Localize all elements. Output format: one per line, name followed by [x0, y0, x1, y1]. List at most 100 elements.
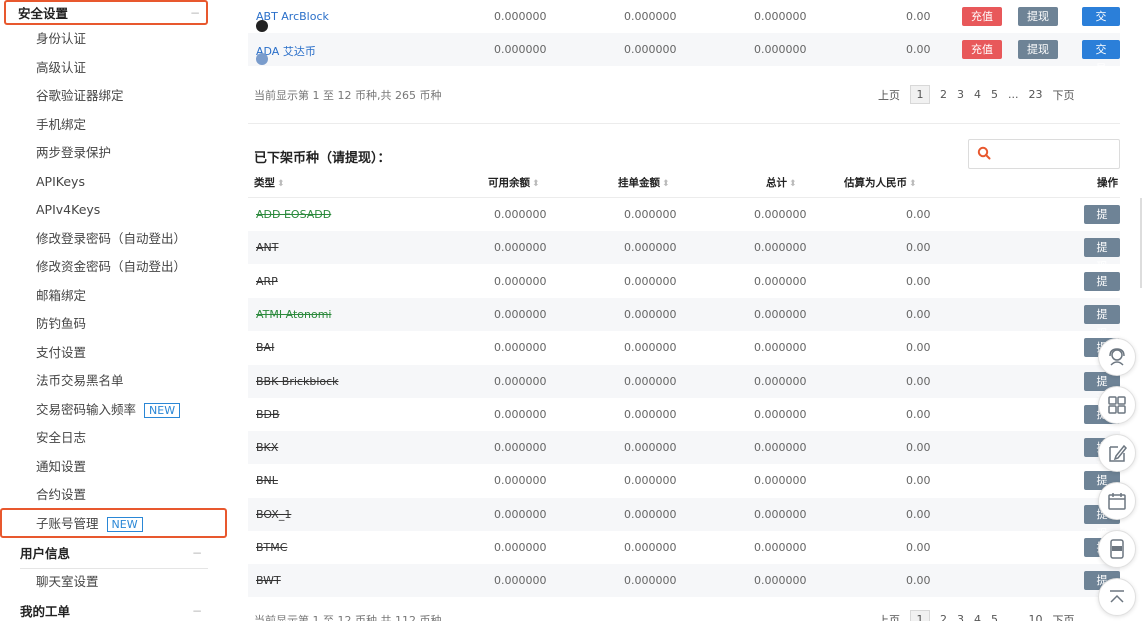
sidebar-item-label: 修改资金密码（自动登出）	[36, 259, 187, 274]
collapse-icon[interactable]: −	[192, 604, 202, 618]
sidebar-item-phone-binding[interactable]: 手机绑定	[36, 115, 86, 135]
collapse-icon[interactable]: −	[192, 546, 202, 560]
coin-name: BOX_1	[256, 507, 292, 521]
sort-icon[interactable]: ⬍	[789, 179, 797, 189]
sort-icon[interactable]: ⬍	[277, 179, 285, 189]
section-title: 我的工单	[20, 604, 71, 619]
order-amount: 0.000000	[624, 43, 677, 56]
withdraw-button[interactable]: 提现	[1018, 40, 1058, 59]
sidebar-item-label: 通知设置	[36, 458, 87, 474]
page-link[interactable]: 10	[1029, 613, 1043, 621]
sidebar-section-my-tickets[interactable]: 我的工单 −	[8, 598, 208, 621]
sidebar-item-apiv4keys[interactable]: APIv4Keys	[36, 200, 100, 220]
page-link[interactable]: 2	[940, 88, 947, 101]
calendar-icon	[1108, 493, 1126, 510]
table-row: ATMI Atonomi 0.000000 0.000000 0.000000 0.00…	[248, 297, 1120, 340]
table-row: ABT ArcBlock 0.000000 0.000000 0.000000 0.00…	[248, 0, 1120, 42]
prev-page-link[interactable]: 上页	[878, 612, 900, 621]
column-header-available[interactable]: 可用余额 ⬍	[488, 175, 540, 190]
cny-estimate: 0.00	[906, 474, 931, 488]
deposit-button[interactable]: 充值	[962, 40, 1002, 59]
page-link[interactable]: 4	[974, 88, 981, 101]
withdraw-button[interactable]: 提现	[1084, 205, 1120, 240]
sidebar-item-advanced-verification[interactable]: 高级认证	[36, 58, 86, 78]
sidebar-item-chatroom-settings[interactable]: 聊天室设置	[36, 572, 99, 592]
sidebar-item-payment-settings[interactable]: 支付设置	[36, 343, 86, 363]
column-header-total[interactable]: 总计 ⬍	[766, 175, 797, 190]
sidebar-item-label: APIKeys	[36, 173, 85, 189]
edit-button[interactable]	[1098, 434, 1136, 472]
withdraw-button[interactable]: 提现	[1084, 238, 1120, 273]
withdraw-button[interactable]: 提现	[1018, 7, 1058, 26]
app-download-button[interactable]	[1098, 530, 1136, 568]
grid-button[interactable]	[1098, 386, 1136, 424]
next-page-link[interactable]: 下页	[1053, 87, 1075, 103]
next-page-link[interactable]: 下页	[1053, 612, 1075, 621]
page-link[interactable]: 5	[991, 613, 998, 621]
sidebar-item-contract-settings[interactable]: 合约设置	[36, 485, 86, 505]
collapse-icon[interactable]: −	[190, 6, 200, 20]
section-title: 安全设置	[18, 6, 69, 21]
sidebar-item-apikeys[interactable]: APIKeys	[36, 172, 85, 192]
page-ellipsis: ...	[1008, 88, 1019, 101]
sidebar-item-change-login-password[interactable]: 修改登录密码（自动登出）	[36, 229, 186, 249]
sidebar-item-label: 安全日志	[36, 430, 87, 445]
back-to-top-icon	[1110, 590, 1124, 603]
sort-icon[interactable]: ⬍	[532, 179, 540, 189]
sidebar-section-security[interactable]: 安全设置 −	[4, 0, 208, 25]
page-link[interactable]: 5	[991, 88, 998, 101]
sidebar-item-fiat-blacklist[interactable]: 法币交易黑名单	[36, 371, 124, 391]
page-link[interactable]: 4	[974, 613, 981, 621]
sidebar-item-anti-phishing-code[interactable]: 防钓鱼码	[36, 314, 86, 334]
cardano-icon	[256, 53, 268, 65]
sort-icon[interactable]: ⬍	[662, 179, 670, 189]
page-current[interactable]: 1	[910, 610, 930, 621]
order-amount: 0.000000	[624, 441, 677, 455]
sidebar-item-two-step-login[interactable]: 两步登录保护	[36, 143, 111, 163]
back-to-top-button[interactable]	[1098, 578, 1136, 616]
prev-page-link[interactable]: 上页	[878, 87, 900, 103]
sidebar-item-email-binding[interactable]: 邮箱绑定	[36, 286, 86, 306]
deposit-button[interactable]: 充值	[962, 7, 1002, 26]
withdraw-button[interactable]: 提现	[1084, 304, 1120, 340]
column-header-type[interactable]: 类型 ⬍	[254, 175, 285, 190]
divider	[20, 568, 208, 569]
calendar-button[interactable]	[1098, 482, 1136, 520]
coin-name: ATMI Atonomi	[256, 307, 332, 321]
available-balance: 0.000000	[494, 241, 547, 255]
sidebar: 安全设置 − 身份认证高级认证谷歌验证器绑定 手机绑定两步登录保护 APIKeys A…	[0, 0, 230, 621]
sidebar-item-google-authenticator[interactable]: 谷歌验证器绑定	[36, 86, 124, 106]
cny-estimate: 0.00	[906, 208, 931, 221]
cny-estimate: 0.00	[906, 407, 931, 421]
sidebar-item-change-fund-password[interactable]: 修改资金密码（自动登出）	[36, 257, 186, 277]
page-link[interactable]: 3	[957, 88, 964, 101]
scrollbar[interactable]	[1140, 198, 1142, 288]
sidebar-item-notification-settings[interactable]: 通知设置	[36, 457, 86, 477]
search-box[interactable]	[968, 139, 1120, 169]
column-header-orders[interactable]: 挂单金额 ⬍	[618, 175, 670, 190]
withdraw-button[interactable]: 提现	[1084, 271, 1120, 307]
page-link[interactable]: 3	[957, 613, 964, 621]
page-link[interactable]: 23	[1029, 88, 1043, 101]
page: 安全设置 − 身份认证高级认证谷歌验证器绑定 手机绑定两步登录保护 APIKeys A…	[0, 0, 1145, 621]
coin-name-link[interactable]: ADA 艾达币	[256, 43, 316, 65]
sidebar-item-identity-verification[interactable]: 身份认证	[36, 29, 86, 49]
cny-estimate: 0.00	[906, 307, 931, 321]
sidebar-item-trade-password-frequency[interactable]: 交易密码输入频率 NEW	[36, 400, 181, 420]
coin-name: ABT ArcBlock	[256, 10, 329, 23]
divider	[248, 123, 1120, 124]
coin-name: ARP	[256, 274, 278, 288]
column-header-cny[interactable]: 估算为人民币 ⬍	[844, 175, 917, 190]
sidebar-item-security-log[interactable]: 安全日志	[36, 428, 86, 448]
page-link[interactable]: 2	[940, 613, 947, 621]
page-current[interactable]: 1	[910, 85, 930, 104]
trade-button[interactable]: 交易	[1082, 7, 1120, 42]
available-balance: 0.000000	[494, 441, 547, 455]
total-amount: 0.000000	[754, 241, 807, 255]
coin-name-link[interactable]: ABT ArcBlock	[256, 10, 329, 32]
sidebar-section-user-info[interactable]: 用户信息 −	[8, 540, 208, 565]
search-input[interactable]	[997, 145, 1112, 163]
trade-button[interactable]: 交易	[1082, 40, 1120, 75]
support-agent-button[interactable]	[1098, 338, 1136, 376]
sort-icon[interactable]: ⬍	[909, 179, 917, 189]
